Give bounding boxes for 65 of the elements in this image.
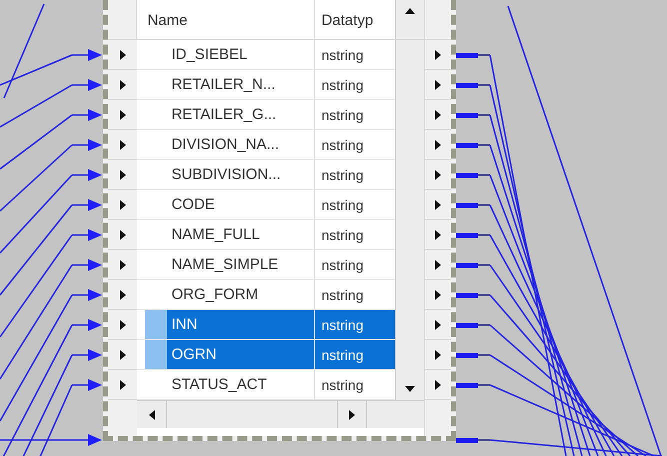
port-row[interactable]: DIVISION_NA... nstring bbox=[137, 130, 396, 160]
port-arrow-icon[interactable] bbox=[120, 350, 126, 360]
port-arrow-icon[interactable] bbox=[120, 290, 126, 300]
port-row[interactable]: CODE nstring bbox=[137, 190, 396, 220]
port-row[interactable]: ID_SIEBEL nstring bbox=[137, 40, 396, 70]
table-cell: OGRN bbox=[167, 340, 316, 369]
table-cell-text: nstring bbox=[320, 46, 364, 65]
port-row[interactable]: SUBDIVISION... nstring bbox=[137, 160, 396, 190]
table-cell: ID_SIEBEL bbox=[167, 40, 316, 69]
table-cell: ORG_FORM bbox=[167, 280, 316, 309]
port-arrow-icon[interactable] bbox=[435, 350, 442, 360]
table-cell-text: nstring bbox=[320, 166, 364, 185]
port-row[interactable]: NAME_FULL nstring bbox=[137, 220, 396, 250]
port-arrow-icon[interactable] bbox=[120, 200, 126, 210]
port-arrow-icon[interactable] bbox=[435, 80, 442, 90]
port-arrow-icon[interactable] bbox=[435, 110, 442, 120]
port-arrow-icon[interactable] bbox=[435, 50, 442, 60]
table-cell-text: nstring bbox=[320, 226, 364, 245]
table-cell: DIVISION_NA... bbox=[167, 130, 316, 159]
table-cell-text: nstring bbox=[320, 256, 364, 275]
port-arrow-icon[interactable] bbox=[120, 380, 126, 390]
table-cell-text: nstring bbox=[320, 76, 364, 95]
scroll-down-icon[interactable] bbox=[405, 386, 416, 392]
port-arrow-icon[interactable] bbox=[120, 110, 126, 120]
port-row[interactable]: RETAILER_N... nstring bbox=[137, 70, 396, 100]
table-cell-text: nstring bbox=[320, 196, 364, 215]
table-cell: SUBDIVISION... bbox=[167, 160, 316, 189]
port-row[interactable]: INN nstring bbox=[137, 310, 396, 340]
port-arrow-icon[interactable] bbox=[435, 290, 442, 300]
table-cell-text: nstring bbox=[320, 136, 364, 155]
table-cell: nstring bbox=[315, 340, 396, 369]
table-cell: INN bbox=[167, 310, 316, 339]
port-arrow-icon[interactable] bbox=[120, 50, 126, 60]
table-cell-text: nstring bbox=[320, 376, 364, 395]
table-cell: nstring bbox=[315, 310, 396, 339]
port-arrow-icon[interactable] bbox=[435, 230, 442, 240]
table-cell: STATUS_ACT bbox=[167, 370, 316, 399]
port-row[interactable]: RETAILER_G... nstring bbox=[137, 100, 396, 130]
port-arrow-icon[interactable] bbox=[435, 260, 442, 270]
port-arrow-icon[interactable] bbox=[120, 170, 126, 180]
port-row[interactable]: OGRN nstring bbox=[137, 340, 396, 370]
port-arrow-icon[interactable] bbox=[120, 230, 126, 240]
table-cell-text: nstring bbox=[320, 286, 364, 305]
table-cell: NAME_SIMPLE bbox=[167, 250, 316, 279]
port-row[interactable]: NAME_SIMPLE nstring bbox=[137, 250, 396, 280]
port-arrow-icon[interactable] bbox=[120, 260, 126, 270]
port-arrow-icon[interactable] bbox=[120, 80, 126, 90]
scrollbar[interactable] bbox=[395, 40, 424, 400]
scrollbar[interactable] bbox=[395, 0, 424, 39]
port-arrow-icon[interactable] bbox=[435, 200, 442, 210]
scroll-right-icon[interactable] bbox=[349, 410, 356, 420]
port-arrow-icon[interactable] bbox=[435, 380, 442, 390]
port-arrow-icon[interactable] bbox=[435, 140, 442, 150]
table-cell: CODE bbox=[167, 190, 316, 219]
table-cell: NAME_FULL bbox=[167, 220, 316, 249]
port-arrow-icon[interactable] bbox=[435, 320, 442, 330]
horizontal-scrollbar[interactable] bbox=[137, 400, 424, 428]
table-cell: RETAILER_G... bbox=[167, 100, 316, 129]
table-cell: RETAILER_N... bbox=[167, 70, 316, 99]
port-arrow-icon[interactable] bbox=[120, 320, 126, 330]
port-arrow-icon[interactable] bbox=[120, 140, 126, 150]
scroll-up-icon[interactable] bbox=[405, 8, 416, 14]
port-arrow-icon[interactable] bbox=[435, 170, 442, 180]
table-cell-text: nstring bbox=[320, 106, 364, 125]
scroll-left-icon[interactable] bbox=[148, 410, 155, 420]
